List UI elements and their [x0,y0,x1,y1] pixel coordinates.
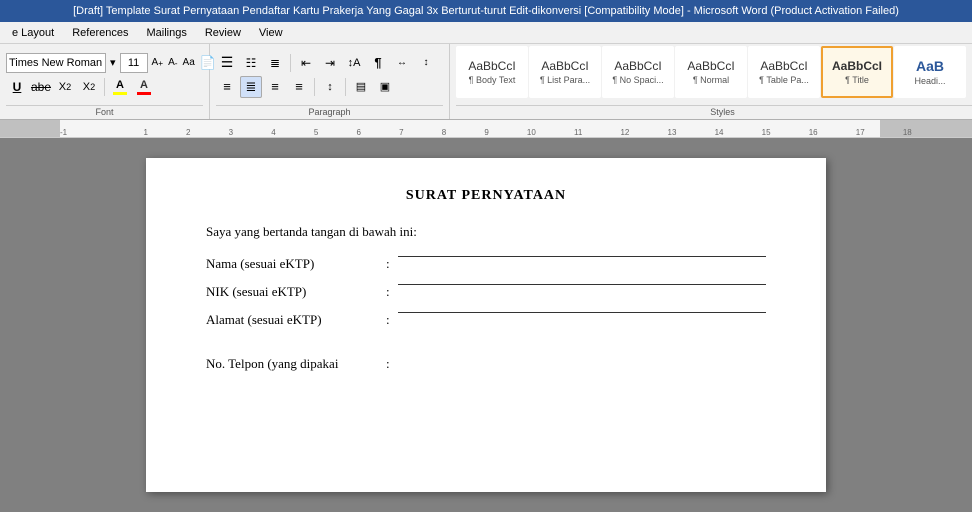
align-left-btn[interactable]: ≡ [216,76,238,98]
field-notelp-label: No. Telpon (yang dipakai [206,356,386,372]
field-alamat-line [398,312,766,313]
field-alamat: Alamat (sesuai eKTP) : [206,312,766,328]
field-nik-colon: : [386,284,390,300]
menu-bar: e Layout References Mailings Review View [0,22,972,44]
style-list-para[interactable]: AaBbCcI ¶ List Para... [529,46,601,98]
font-section: ▾ A+ A- Aa 📄 U abe X2 X2 A [0,44,210,119]
font-size-down[interactable]: A- [167,52,178,74]
rtl-btn[interactable]: ↕ [415,52,437,74]
field-alamat-colon: : [386,312,390,328]
line-spacing-btn[interactable]: ↕ [319,76,341,98]
multilevel-list-btn[interactable]: ≣ [264,52,286,74]
menu-references[interactable]: References [64,25,136,41]
superscript-btn[interactable]: X2 [78,76,100,98]
style-table-pa[interactable]: AaBbCcI ¶ Table Pa... [748,46,820,98]
title-bar-text: [Draft] Template Surat Pernyataan Pendaf… [8,5,964,17]
numbered-list-btn[interactable]: ☷ [240,52,262,74]
document-title: SURAT PERNYATAAN [206,188,766,204]
field-nama: Nama (sesuai eKTP) : [206,256,766,272]
title-bar: [Draft] Template Surat Pernyataan Pendaf… [0,0,972,22]
field-notelp: No. Telpon (yang dipakai : [206,356,766,372]
ltr-btn[interactable]: ↔ [391,52,413,74]
field-notelp-colon: : [386,356,390,372]
underline-btn[interactable]: U [6,76,28,98]
styles-scroll-up[interactable]: ▲ [967,48,972,66]
style-table-pa-preview: AaBbCcI [760,59,807,73]
subscript-btn[interactable]: X2 [54,76,76,98]
paragraph-section: ☰ ☷ ≣ ⇤ ⇥ ↕A ¶ ↔ ↕ ≡ ≣ ≡ ≡ [210,44,450,119]
ribbon-body: ▾ A+ A- Aa 📄 U abe X2 X2 A [0,44,972,120]
font-size-up[interactable]: A+ [151,52,165,74]
style-title-label: ¶ Title [845,75,869,85]
field-nama-colon: : [386,256,390,272]
style-no-spacing-label: ¶ No Spaci... [612,75,663,85]
styles-section: AaBbCcI ¶ Body Text AaBbCcI ¶ List Para.… [450,44,972,119]
field-nama-label: Nama (sesuai eKTP) [206,256,386,272]
font-section-label: Font [6,105,203,117]
field-nama-line [398,256,766,257]
style-body-text-preview: AaBbCcI [468,59,515,73]
menu-mailings[interactable]: Mailings [138,25,194,41]
style-list-para-label: ¶ List Para... [540,75,590,85]
borders-btn[interactable]: ▣ [374,76,396,98]
change-case-btn[interactable]: Aa [182,52,196,74]
menu-review[interactable]: Review [197,25,249,41]
increase-indent-btn[interactable]: ⇥ [319,52,341,74]
justify-btn[interactable]: ≡ [288,76,310,98]
style-heading[interactable]: AaB Headi... [894,46,966,98]
app-window: [Draft] Template Surat Pernyataan Pendaf… [0,0,972,512]
menu-e-layout[interactable]: e Layout [4,25,62,41]
strikethrough-btn[interactable]: abe [30,76,52,98]
field-nik-label: NIK (sesuai eKTP) [206,284,386,300]
field-alamat-label: Alamat (sesuai eKTP) [206,312,386,328]
styles-more[interactable]: ▼ [967,83,972,101]
style-normal-preview: AaBbCcI [687,59,734,73]
style-no-spacing[interactable]: AaBbCcI ¶ No Spaci... [602,46,674,98]
style-body-text-label: ¶ Body Text [469,75,516,85]
document-page: SURAT PERNYATAAN Saya yang bertanda tang… [146,158,826,492]
style-heading-preview: AaB [916,58,944,75]
style-heading-label: Headi... [914,76,945,86]
align-center-btn[interactable]: ≣ [240,76,262,98]
style-list-para-preview: AaBbCcI [541,59,588,73]
style-normal[interactable]: AaBbCcI ¶ Normal [675,46,747,98]
sort-btn[interactable]: ↕A [343,52,365,74]
styles-section-label: Styles [456,105,972,117]
style-normal-label: ¶ Normal [693,75,729,85]
field-nik: NIK (sesuai eKTP) : [206,284,766,300]
bullet-list-btn[interactable]: ☰ [216,52,238,74]
align-right-btn[interactable]: ≡ [264,76,286,98]
font-size-input[interactable] [120,53,148,73]
document-intro: Saya yang bertanda tangan di bawah ini: [206,224,766,240]
style-no-spacing-preview: AaBbCcI [614,59,661,73]
text-highlight-btn[interactable]: A [109,76,131,98]
font-name-input[interactable] [6,53,106,73]
style-title-preview: AaBbCcI [832,59,882,73]
style-table-pa-label: ¶ Table Pa... [759,75,809,85]
font-color-btn[interactable]: A [133,76,155,98]
show-formatting-btn[interactable]: ¶ [367,52,389,74]
font-name-dropdown[interactable]: ▾ [109,52,117,74]
document-area: SURAT PERNYATAAN Saya yang bertanda tang… [0,138,972,512]
menu-view[interactable]: View [251,25,291,41]
field-nik-line [398,284,766,285]
ruler: -1 1 2 3 4 5 6 7 8 9 10 11 12 13 14 15 1… [0,120,972,138]
styles-scroll-down[interactable]: ▼ [967,66,972,84]
decrease-indent-btn[interactable]: ⇤ [295,52,317,74]
style-body-text[interactable]: AaBbCcI ¶ Body Text [456,46,528,98]
style-title[interactable]: AaBbCcI ¶ Title [821,46,893,98]
paragraph-section-label: Paragraph [216,105,443,117]
shading-btn[interactable]: ▤ [350,76,372,98]
